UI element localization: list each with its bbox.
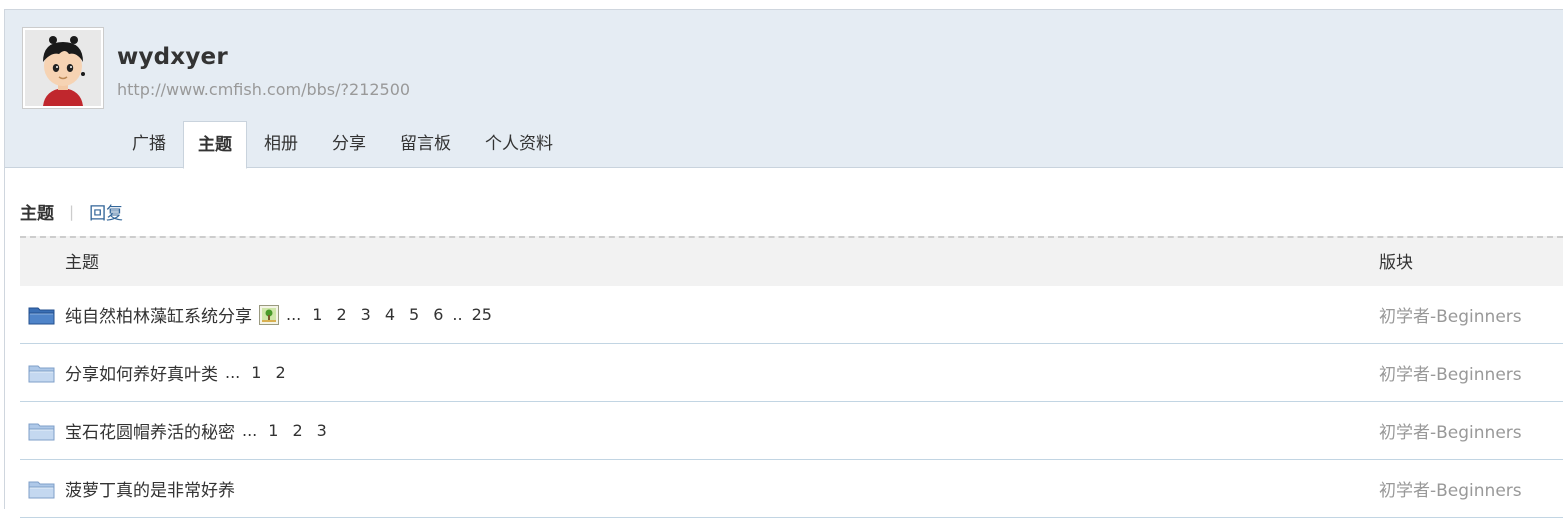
- pagination-dots: ..: [452, 305, 463, 324]
- table-row: 菠萝丁真的是非常好养 初学者-Beginners: [20, 460, 1563, 518]
- tab-broadcast[interactable]: 广播: [115, 121, 183, 167]
- pagination-ellipsis: ...: [225, 363, 241, 382]
- forum-link[interactable]: 初学者-Beginners: [1379, 302, 1522, 327]
- avatar[interactable]: [22, 27, 104, 109]
- thread-title-wrap: 宝石花圆帽养活的秘密 ... 1 2 3: [65, 418, 334, 443]
- thread-title-link[interactable]: 纯自然柏林藻缸系统分享: [65, 302, 252, 327]
- pagination-ellipsis: ...: [286, 305, 302, 324]
- page-link[interactable]: 1: [244, 363, 268, 382]
- thread-table: 主题 版块 纯自然柏林藻缸系统分享 ... 1 2 3 4 5 6 .. 25 …: [20, 236, 1563, 518]
- thread-title-link[interactable]: 分享如何养好真叶类: [65, 360, 218, 385]
- pagination: ... 1 2: [225, 363, 293, 382]
- profile-page: wydxyer http://www.cmfish.com/bbs/?21250…: [4, 9, 1563, 518]
- thread-title-link[interactable]: 菠萝丁真的是非常好养: [65, 476, 235, 501]
- profile-tabs: 广播 主题 相册 分享 留言板 个人资料: [115, 121, 570, 169]
- tab-share[interactable]: 分享: [315, 121, 383, 167]
- pagination: ... 1 2 3: [242, 421, 334, 440]
- page-link[interactable]: 2: [329, 305, 353, 324]
- forum-link[interactable]: 初学者-Beginners: [1379, 476, 1522, 501]
- pagination-ellipsis: ...: [242, 421, 258, 440]
- page-link[interactable]: 1: [261, 421, 285, 440]
- sub-tab-replies[interactable]: 回复: [89, 199, 123, 224]
- tab-topics[interactable]: 主题: [183, 121, 247, 169]
- forum-link[interactable]: 初学者-Beginners: [1379, 418, 1522, 443]
- page-link[interactable]: 2: [285, 421, 309, 440]
- folder-icon[interactable]: [28, 479, 55, 499]
- thread-title-wrap: 纯自然柏林藻缸系统分享 ... 1 2 3 4 5 6 .. 25: [65, 302, 499, 327]
- avatar-image: [25, 30, 101, 106]
- folder-new-icon[interactable]: [28, 305, 55, 325]
- page-link-last[interactable]: 25: [465, 305, 499, 324]
- forum-link[interactable]: 初学者-Beginners: [1379, 360, 1522, 385]
- table-row: 纯自然柏林藻缸系统分享 ... 1 2 3 4 5 6 .. 25 初学者-Be…: [20, 286, 1563, 344]
- page-link[interactable]: 3: [310, 421, 334, 440]
- tab-profile[interactable]: 个人资料: [468, 121, 570, 167]
- tab-guestbook[interactable]: 留言板: [383, 121, 468, 167]
- page-link[interactable]: 1: [305, 305, 329, 324]
- table-row: 宝石花圆帽养活的秘密 ... 1 2 3 初学者-Beginners: [20, 402, 1563, 460]
- table-row: 分享如何养好真叶类 ... 1 2 初学者-Beginners: [20, 344, 1563, 402]
- page-link[interactable]: 4: [378, 305, 402, 324]
- sub-tab-separator: |: [69, 202, 75, 221]
- sub-tab-topics[interactable]: 主题: [20, 199, 54, 224]
- profile-header: wydxyer http://www.cmfish.com/bbs/?21250…: [5, 10, 1563, 169]
- page-link[interactable]: 2: [268, 363, 292, 382]
- table-header: 主题 版块: [20, 236, 1563, 286]
- folder-icon[interactable]: [28, 363, 55, 383]
- sub-tabs: 主题 | 回复: [20, 199, 123, 225]
- pagination: ... 1 2 3 4 5 6 .. 25: [286, 305, 499, 324]
- thread-title-wrap: 分享如何养好真叶类 ... 1 2: [65, 360, 293, 385]
- profile-username: wydxyer: [117, 44, 228, 70]
- page-link[interactable]: 6: [426, 305, 450, 324]
- image-attachment-icon: [259, 304, 279, 325]
- tab-album[interactable]: 相册: [247, 121, 315, 167]
- column-header-forum: 版块: [1379, 253, 1413, 273]
- page-link[interactable]: 5: [402, 305, 426, 324]
- thread-title-link[interactable]: 宝石花圆帽养活的秘密: [65, 418, 235, 443]
- page-link[interactable]: 3: [354, 305, 378, 324]
- column-header-topic: 主题: [65, 253, 99, 273]
- folder-icon[interactable]: [28, 421, 55, 441]
- profile-url[interactable]: http://www.cmfish.com/bbs/?212500: [117, 80, 410, 99]
- thread-title-wrap: 菠萝丁真的是非常好养: [65, 476, 235, 501]
